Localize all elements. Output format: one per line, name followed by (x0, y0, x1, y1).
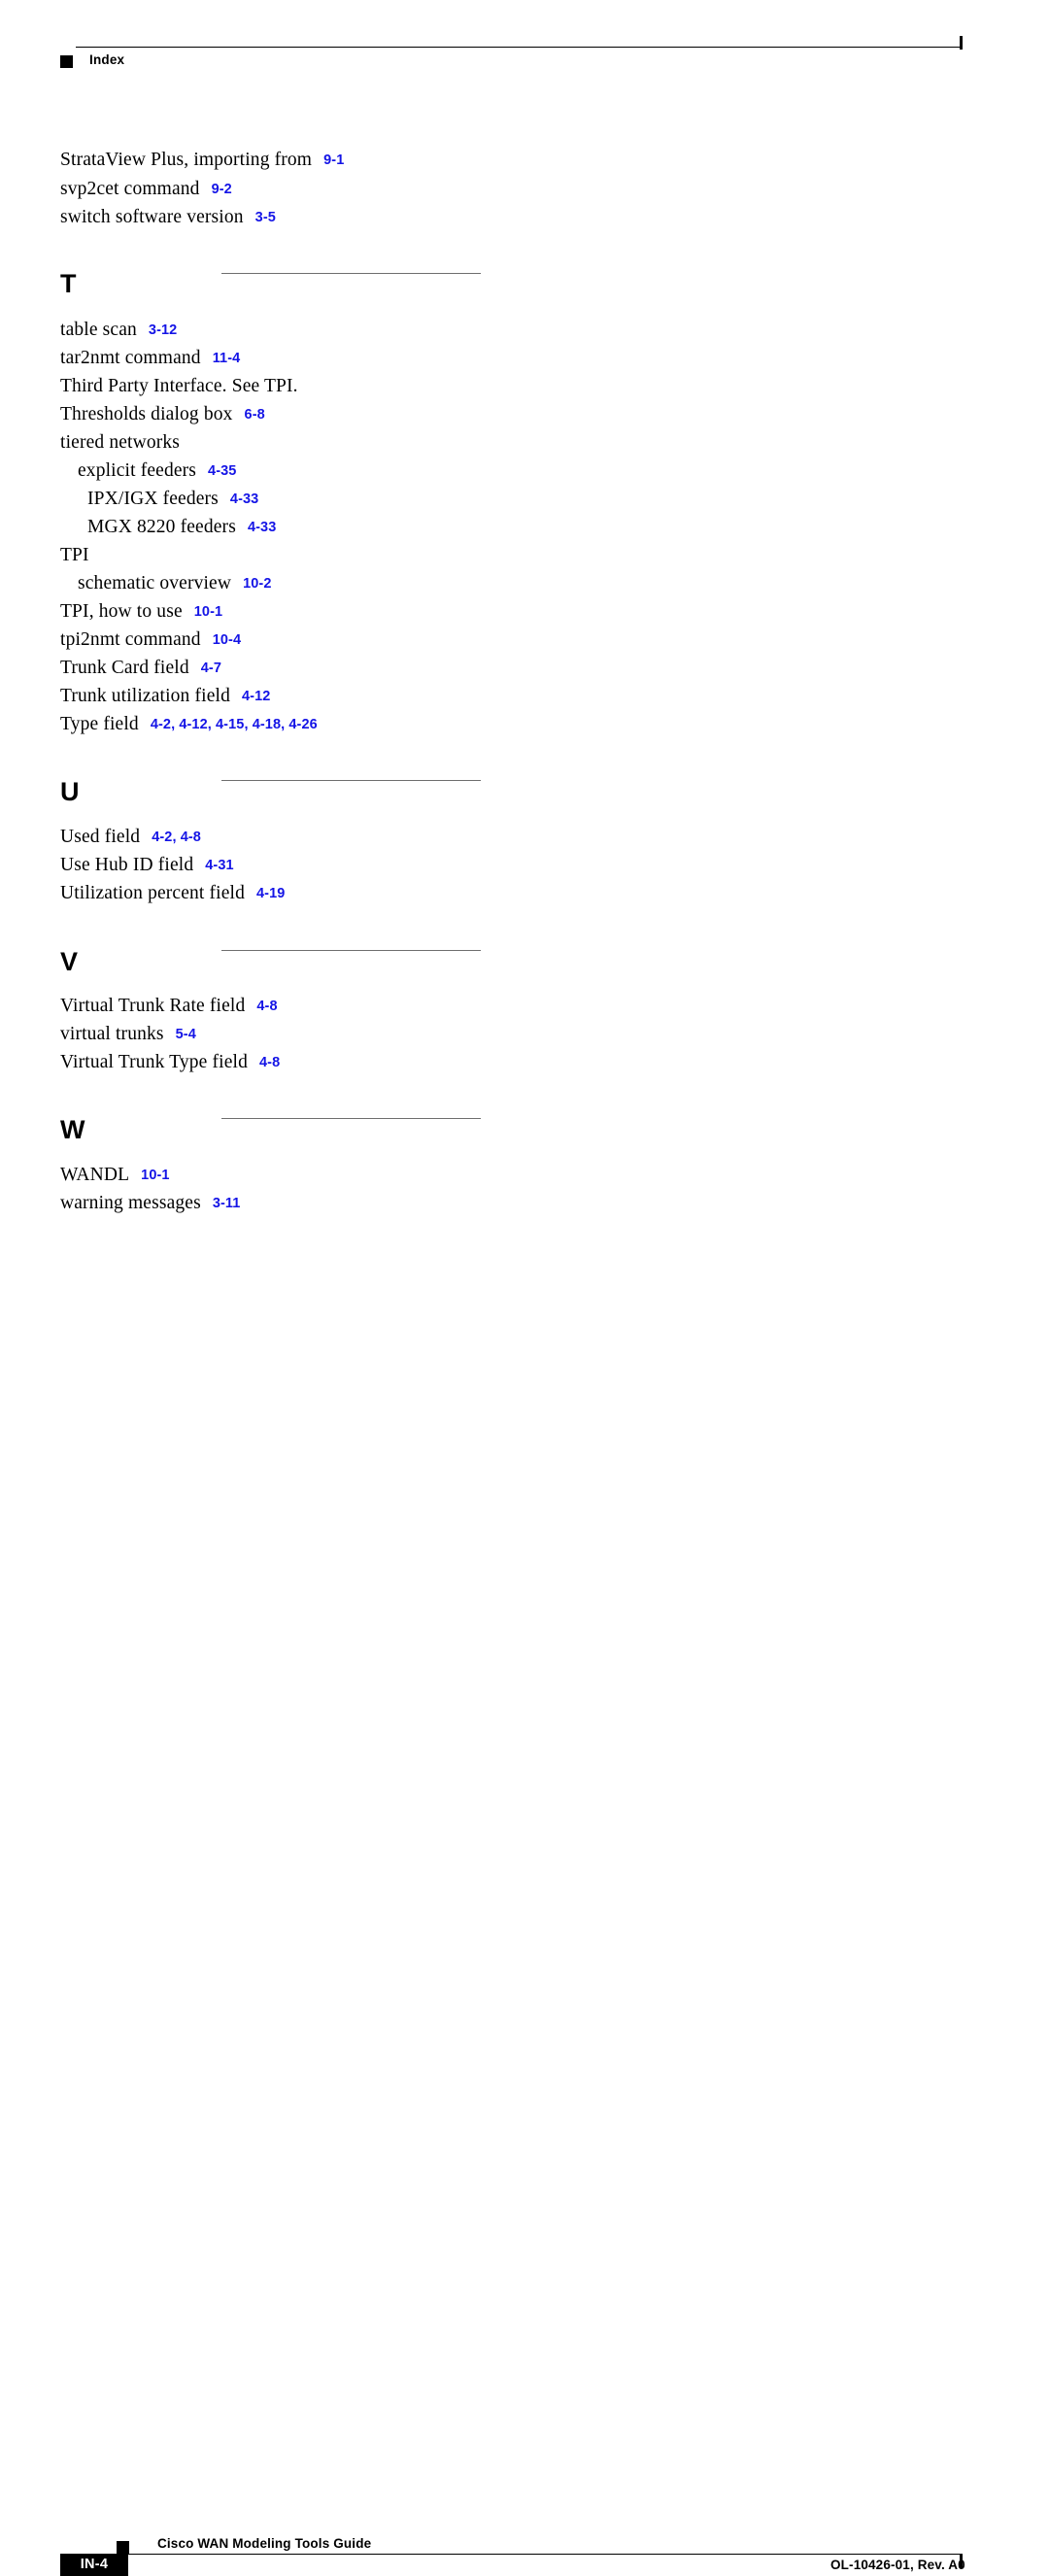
index-entry-term: virtual trunks (60, 1024, 164, 1044)
index-entry-term: WANDL (60, 1165, 130, 1185)
index-entry-page-refs[interactable]: 10-2 (243, 576, 271, 592)
index-entry-term: Used field (60, 827, 141, 847)
index-entry-term: Thresholds dialog box (60, 404, 233, 424)
footer-rule (60, 2554, 962, 2555)
index-entry-term: TPI, how to use (60, 601, 183, 622)
page-header: Index (0, 0, 1049, 87)
index-entry-term: tpi2nmt command (60, 629, 201, 650)
index-section-letter: T (60, 269, 77, 298)
index-entry-page-refs[interactable]: 4-8 (259, 1055, 280, 1070)
index-entry: Thresholds dialog box 6-8 (60, 403, 265, 427)
index-entry-term: warning messages (60, 1193, 201, 1213)
index-entry: MGX 8220 feeders 4-33 (87, 516, 276, 540)
index-entry: svp2cet command 9-2 (60, 178, 232, 202)
index-entry-term: tiered networks (60, 432, 181, 453)
index-section-head: V (60, 947, 78, 976)
index-entry: WANDL 10-1 (60, 1164, 170, 1188)
index-section-rule (221, 950, 481, 951)
index-entry-page-refs[interactable]: 10-1 (194, 604, 222, 620)
index-entry: Third Party Interface. See TPI. (60, 375, 298, 397)
index-entry: schematic overview 10-2 (78, 572, 272, 596)
index-entry-page-refs[interactable]: 3-12 (149, 322, 177, 338)
index-entry: explicit feeders 4-35 (78, 459, 236, 484)
index-entry: StrataView Plus, importing from 9-1 (60, 149, 344, 173)
index-section-rule (221, 273, 481, 274)
index-entry: Use Hub ID field 4-31 (60, 854, 234, 878)
index-section-head: W (60, 1115, 85, 1144)
index-entry-term: Third Party Interface. See TPI. (60, 376, 298, 396)
header-rule (76, 47, 962, 48)
index-entry-page-refs[interactable]: 4-33 (230, 491, 258, 507)
index-entry-page-refs[interactable]: 4-2, 4-8 (152, 830, 201, 845)
index-entry-term: Trunk Card field (60, 658, 189, 678)
index-entry-term: Virtual Trunk Type field (60, 1052, 248, 1072)
index-entry-page-refs[interactable]: 9-1 (323, 153, 344, 168)
index-entry-page-refs[interactable]: 4-19 (256, 886, 285, 901)
header-label: Index (89, 52, 125, 67)
index-entry: IPX/IGX feeders 4-33 (87, 488, 258, 512)
index-entry-term: switch software version (60, 207, 244, 227)
index-entry-term: Utilization percent field (60, 883, 246, 903)
page-footer: IN-4 Cisco WAN Modeling Tools Guide OL-1… (0, 1263, 1049, 2576)
index-entry-term: schematic overview (78, 573, 232, 593)
footer-change-bar-icon (960, 2554, 963, 2568)
header-square-bullet-icon (60, 55, 73, 68)
index-entry-page-refs[interactable]: 4-8 (256, 999, 277, 1014)
index-section-letter: V (60, 947, 79, 976)
index-entry-page-refs[interactable]: 4-35 (208, 463, 236, 479)
index-entry-page-refs[interactable]: 10-1 (141, 1168, 169, 1183)
index-entry-term: TPI (60, 545, 89, 565)
index-section-letter: W (60, 1115, 85, 1144)
index-entry: Type field 4-2, 4-12, 4-15, 4-18, 4-26 (60, 713, 318, 737)
index-entry-term: Type field (60, 714, 139, 734)
footer-document-id: OL-10426-01, Rev. A0 (830, 2558, 965, 2572)
index-entry: TPI (60, 544, 89, 566)
footer-document-title: Cisco WAN Modeling Tools Guide (157, 2536, 372, 2551)
footer-square-bullet-icon (117, 2541, 129, 2554)
index-section-head: T (60, 269, 77, 298)
index-entry: Trunk Card field 4-7 (60, 657, 221, 681)
index-entry-term: IPX/IGX feeders (87, 489, 219, 509)
index-entry: table scan 3-12 (60, 319, 177, 343)
index-entry-page-refs[interactable]: 5-4 (176, 1027, 196, 1042)
index-entry-term: table scan (60, 320, 137, 340)
index-entry-term: svp2cet command (60, 179, 200, 199)
index-entry-page-refs[interactable]: 3-11 (213, 1196, 241, 1211)
index-entry: warning messages 3-11 (60, 1192, 240, 1216)
index-section-rule (221, 1118, 481, 1119)
index-entry-page-refs[interactable]: 3-5 (255, 210, 276, 225)
index-entry: Virtual Trunk Type field 4-8 (60, 1051, 280, 1075)
index-entry-page-refs[interactable]: 4-2, 4-12, 4-15, 4-18, 4-26 (151, 717, 318, 732)
header-change-bar-icon (960, 36, 963, 50)
index-entry-term: MGX 8220 feeders (87, 517, 236, 537)
index-section-head: U (60, 777, 80, 806)
index-entry-page-refs[interactable]: 11-4 (213, 351, 241, 366)
index-entry-page-refs[interactable]: 9-2 (212, 182, 232, 197)
index-section-letter: U (60, 777, 80, 806)
index-entry-term: tar2nmt command (60, 348, 201, 368)
index-entry-term: Trunk utilization field (60, 686, 230, 706)
index-entry: tar2nmt command 11-4 (60, 347, 240, 371)
index-entry-term: Virtual Trunk Rate field (60, 996, 246, 1016)
index-entry-term: explicit feeders (78, 460, 197, 481)
index-entry: tiered networks (60, 431, 180, 454)
index-entry: switch software version 3-5 (60, 206, 276, 230)
index-entry: Utilization percent field 4-19 (60, 882, 285, 906)
index-entry-term: Use Hub ID field (60, 855, 194, 875)
index-entry-term: StrataView Plus, importing from (60, 150, 313, 170)
index-entry-page-refs[interactable]: 6-8 (245, 407, 265, 423)
index-entry-page-refs[interactable]: 4-12 (242, 689, 270, 704)
index-section-rule (221, 780, 481, 781)
index-entry: virtual trunks 5-4 (60, 1023, 196, 1047)
index-entry-page-refs[interactable]: 4-33 (248, 520, 276, 535)
index-entry: Trunk utilization field 4-12 (60, 685, 270, 709)
index-entry: tpi2nmt command 10-4 (60, 628, 241, 653)
index-entry-page-refs[interactable]: 10-4 (213, 632, 241, 648)
index-entry-page-refs[interactable]: 4-31 (205, 858, 233, 873)
index-entry: TPI, how to use 10-1 (60, 600, 222, 625)
index-entry: Used field 4-2, 4-8 (60, 826, 201, 850)
footer-page-number: IN-4 (80, 2557, 109, 2572)
index-entry: Virtual Trunk Rate field 4-8 (60, 995, 278, 1019)
index-entry-page-refs[interactable]: 4-7 (201, 661, 221, 676)
